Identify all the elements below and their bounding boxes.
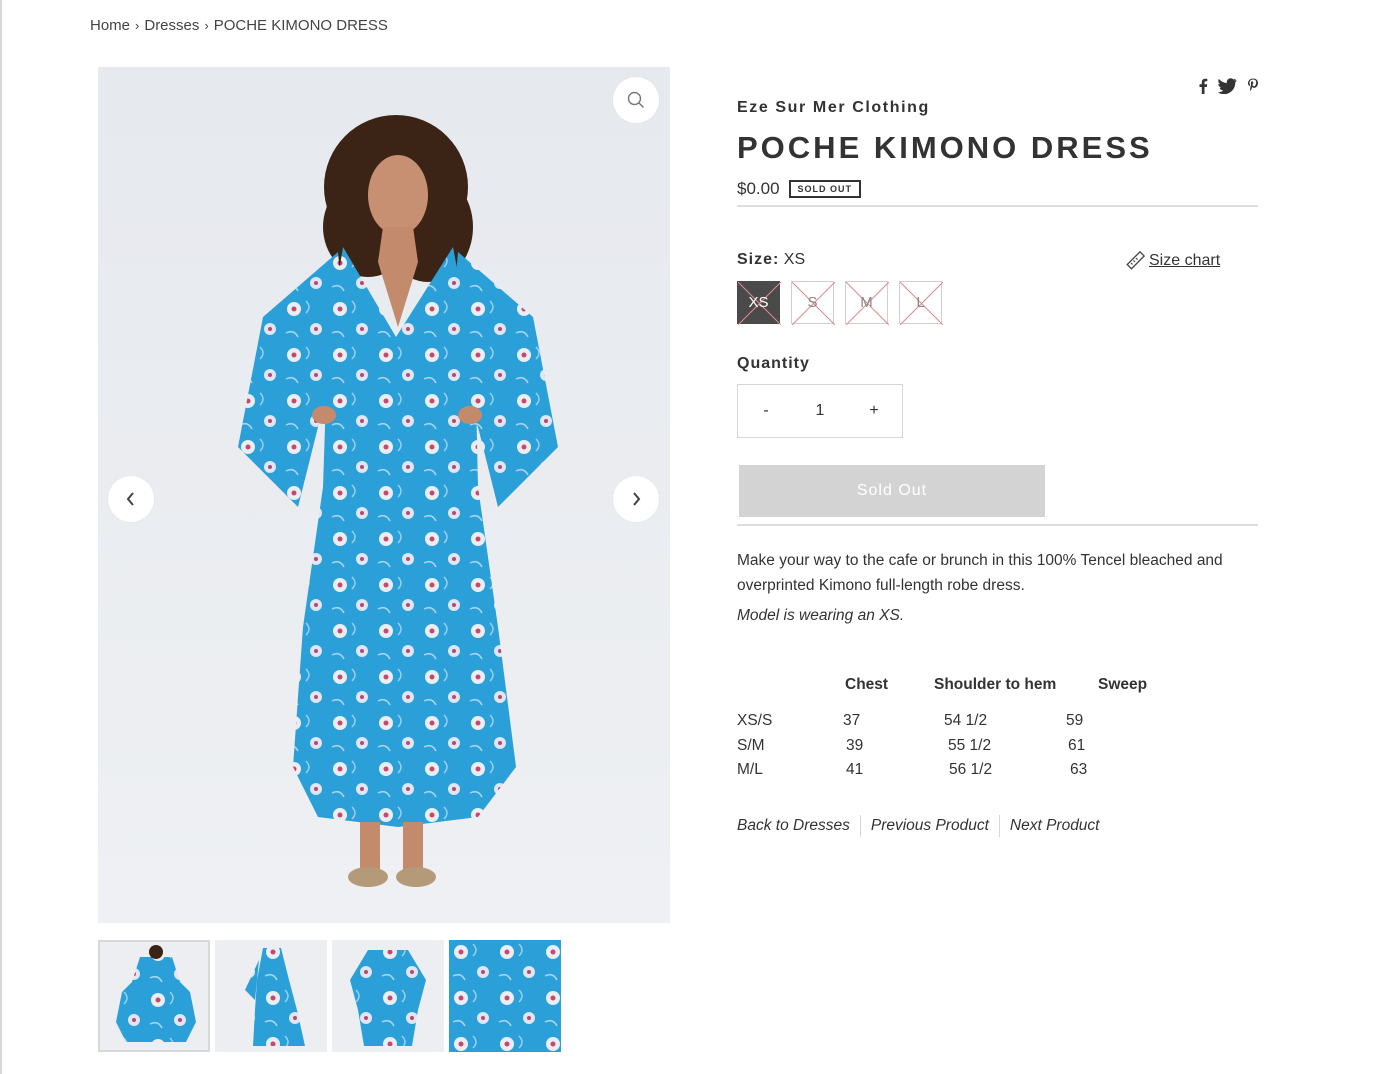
breadcrumb-current: POCHE KIMONO DRESS [213, 17, 388, 34]
search-icon [627, 91, 644, 108]
table-cell-chest: 37 [843, 712, 861, 729]
product-title: POCHE KIMONO DRESS [737, 130, 1153, 165]
next-product-link[interactable]: Next Product [1010, 817, 1100, 835]
table-header-shoulder: Shoulder to hem [934, 676, 1057, 693]
table-cell-sweep: 63 [1070, 761, 1088, 778]
twitter-icon[interactable] [1218, 78, 1237, 94]
table-cell-size: XS/S [737, 712, 773, 729]
size-swatch-label: S [807, 294, 818, 311]
size-swatch-label: L [916, 294, 925, 311]
previous-image-button[interactable] [108, 476, 154, 522]
product-navigation: Back to Dresses Previous Product Next Pr… [737, 815, 1100, 837]
table-cell-shoulder: 54 1/2 [944, 712, 988, 729]
thumbnail-image [332, 940, 444, 1052]
previous-product-link[interactable]: Previous Product [871, 817, 989, 835]
nav-divider [998, 815, 1000, 837]
sold-out-badge: SOLD OUT [788, 180, 862, 198]
size-label-text: Size: [737, 251, 780, 268]
ruler-icon [1126, 251, 1145, 270]
table-cell-chest: 39 [846, 737, 864, 754]
product-price: $0.00 [737, 179, 780, 198]
table-header-sweep: Sweep [1098, 676, 1148, 693]
selected-size-value: XS [783, 251, 806, 268]
divider [737, 524, 1258, 526]
product-description: Make your way to the cafe or brunch in t… [737, 552, 1223, 594]
size-swatch-label: M [860, 294, 873, 311]
share-buttons [1198, 78, 1259, 94]
chevron-right-icon [633, 492, 641, 506]
size-swatches: XS S M L [737, 281, 943, 325]
table-cell-sweep: 59 [1066, 712, 1084, 729]
next-image-button[interactable] [613, 476, 659, 522]
back-to-dresses-link[interactable]: Back to Dresses [737, 817, 850, 835]
product-photo [98, 67, 670, 923]
table-cell-shoulder: 55 1/2 [948, 737, 992, 754]
page-border [0, 0, 2, 1074]
size-chart-link[interactable]: Size chart [1125, 251, 1220, 271]
facebook-icon[interactable] [1198, 78, 1208, 94]
thumbnail-4[interactable] [449, 940, 561, 1052]
size-swatch-l[interactable]: L [899, 281, 943, 325]
thumbnail-2[interactable] [215, 940, 327, 1052]
thumbnail-strip [98, 940, 561, 1052]
pinterest-icon[interactable] [1247, 78, 1259, 94]
product-vendor[interactable]: Eze Sur Mer Clothing [737, 99, 930, 117]
quantity-stepper: - 1 + [737, 384, 903, 438]
divider [737, 205, 1258, 207]
size-swatch-m[interactable]: M [845, 281, 889, 325]
quantity-decrease-button[interactable]: - [760, 402, 772, 420]
thumbnail-image [215, 940, 327, 1052]
price-row: $0.00 SOLD OUT [737, 179, 862, 199]
nav-divider [859, 815, 861, 837]
table-cell-chest: 41 [846, 761, 864, 778]
model-note: Model is wearing an XS. [737, 607, 905, 624]
breadcrumb-separator: › [135, 18, 140, 33]
size-label: Size: XS [737, 251, 805, 269]
quantity-increase-button[interactable]: + [868, 402, 880, 420]
breadcrumb-separator: › [204, 18, 209, 33]
size-swatch-xs[interactable]: XS [737, 281, 781, 325]
quantity-label: Quantity [737, 355, 810, 372]
breadcrumb-home-link[interactable]: Home [90, 17, 130, 34]
size-swatch-label: XS [748, 294, 769, 311]
table-header-chest: Chest [845, 676, 889, 693]
thumbnail-image [100, 942, 208, 1050]
table-cell-sweep: 61 [1068, 737, 1086, 754]
thumbnail-1[interactable] [98, 940, 210, 1052]
product-main-image[interactable] [98, 67, 670, 923]
sold-out-button[interactable]: Sold Out [739, 465, 1045, 517]
zoom-button[interactable] [613, 77, 659, 123]
breadcrumb-dresses-link[interactable]: Dresses [144, 17, 199, 34]
thumbnail-3[interactable] [332, 940, 444, 1052]
quantity-input[interactable]: 1 [816, 402, 825, 420]
table-cell-size: S/M [737, 737, 765, 754]
size-chart-label: Size chart [1149, 252, 1221, 269]
chevron-left-icon [126, 492, 134, 506]
size-swatch-s[interactable]: S [791, 281, 835, 325]
table-cell-size: M/L [737, 761, 763, 778]
thumbnail-image [449, 940, 561, 1052]
breadcrumb: Home › Dresses › POCHE KIMONO DRESS [90, 17, 388, 34]
table-cell-shoulder: 56 1/2 [949, 761, 993, 778]
